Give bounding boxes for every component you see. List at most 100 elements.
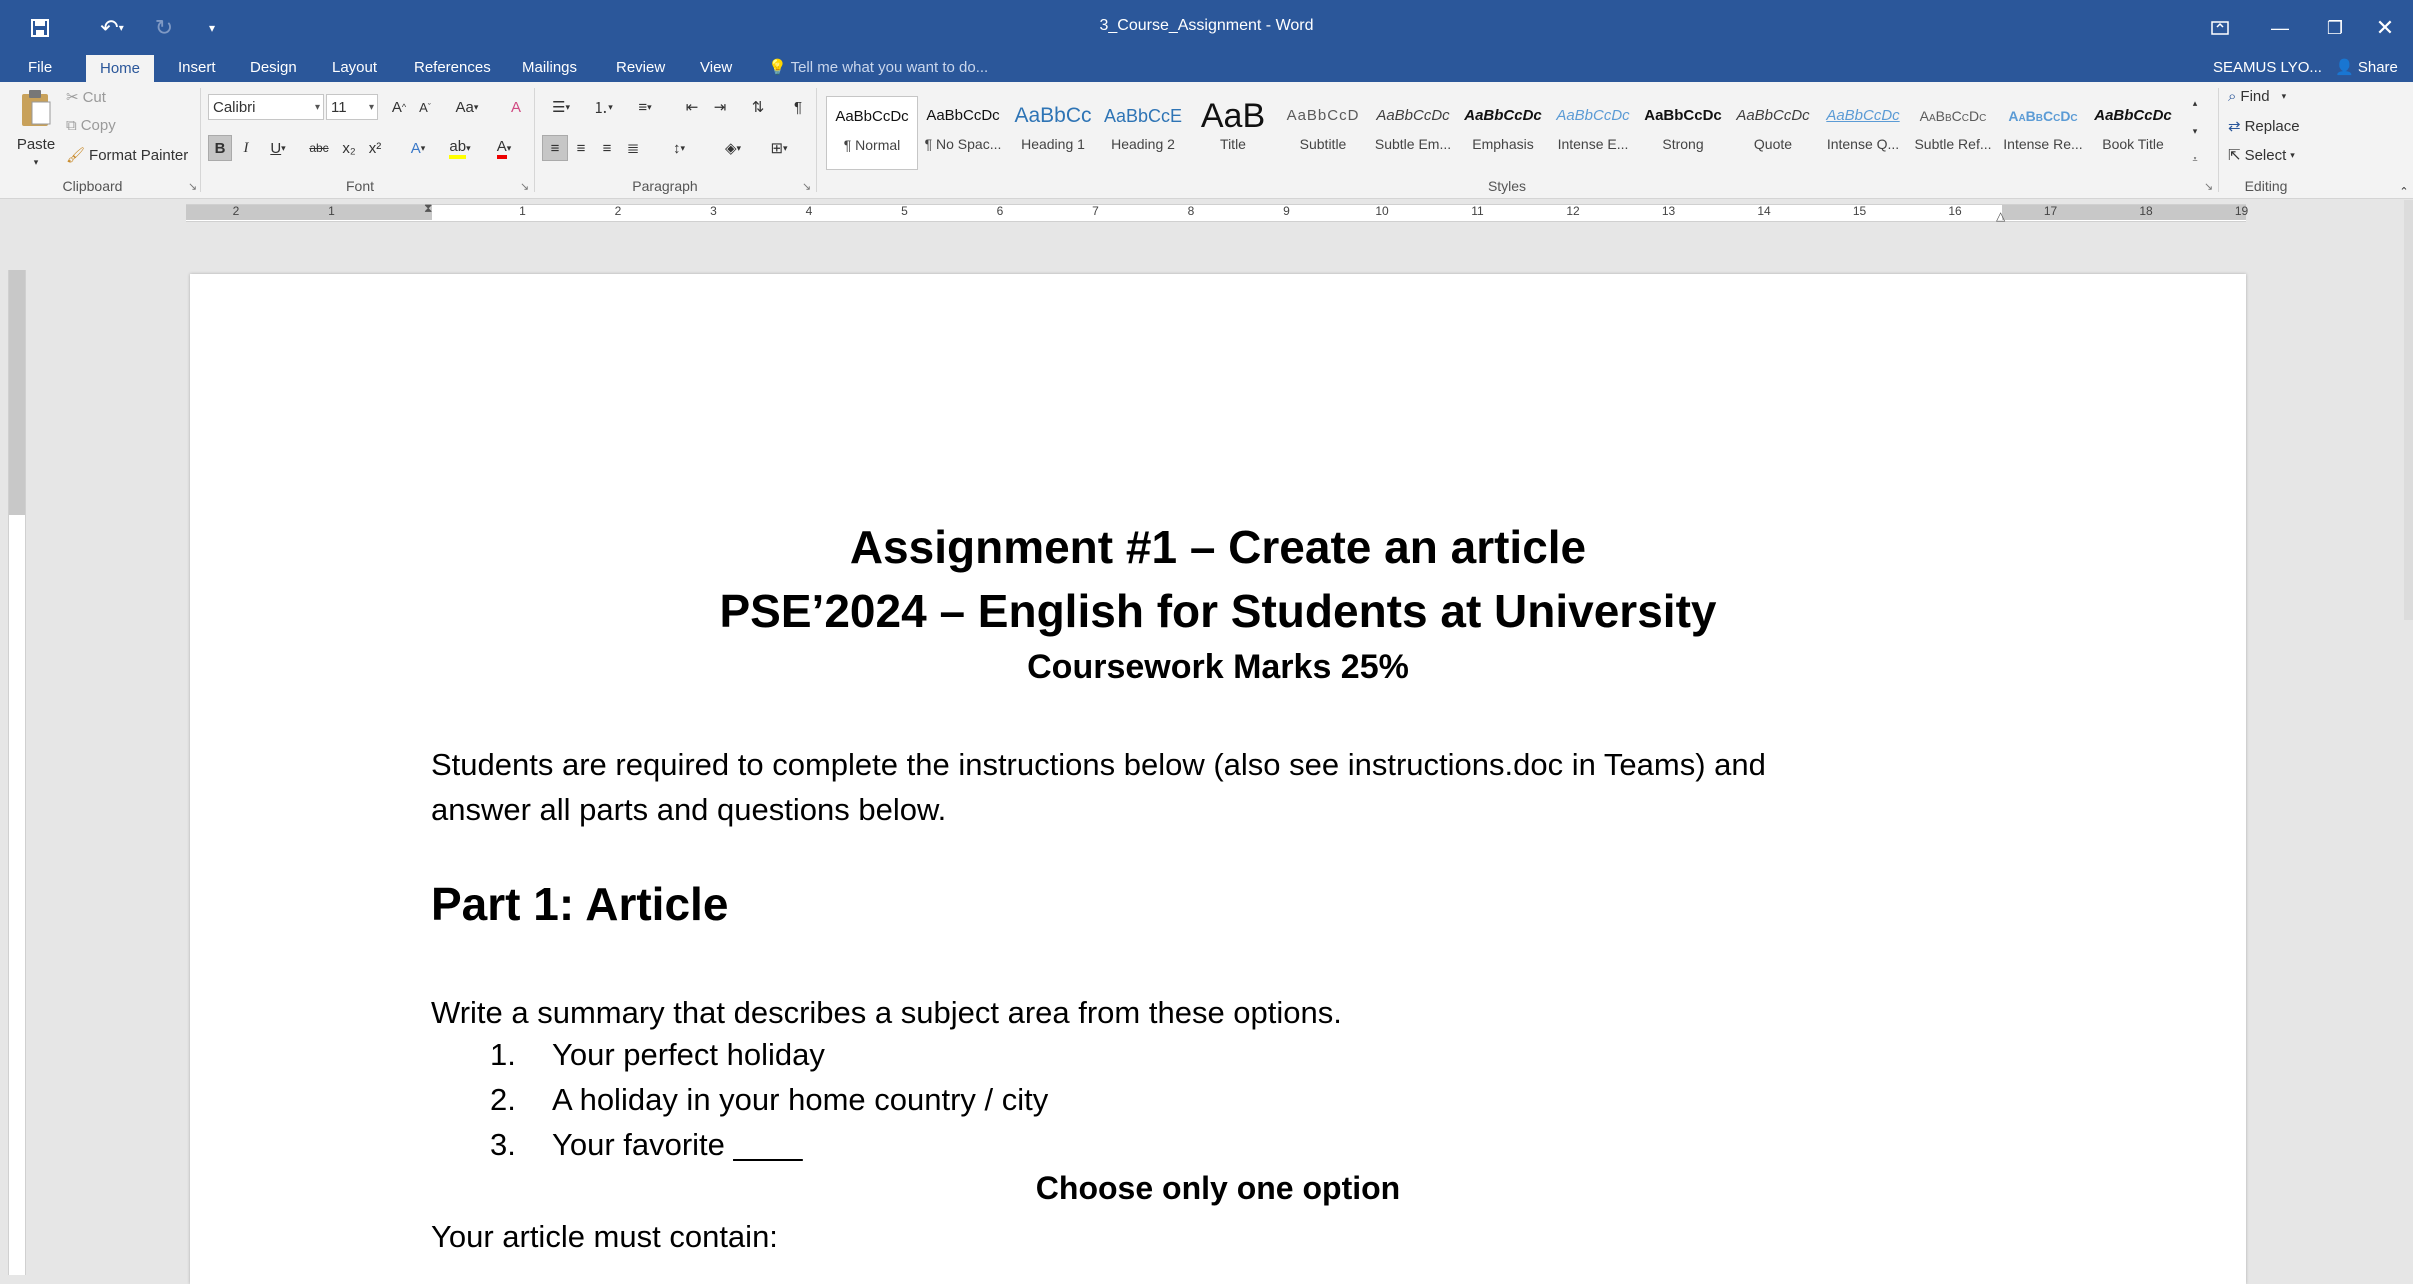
select-label: Select xyxy=(2244,146,2287,164)
strikethrough-button[interactable]: abc xyxy=(304,135,334,161)
copy-button[interactable]: ⧉ Copy xyxy=(66,117,116,134)
style-sample: AaBbCcD xyxy=(1286,107,1360,124)
change-case-label: Aa xyxy=(455,98,474,116)
style-strong[interactable]: AaBbCcDc Strong xyxy=(1638,96,1728,168)
borders-icon[interactable]: ⊞ ▾ xyxy=(760,135,798,161)
bold-button[interactable]: B xyxy=(208,135,232,161)
change-case-button[interactable]: Aa ▾ xyxy=(448,94,486,120)
indent-marker-icon[interactable]: ⧗ xyxy=(424,201,432,216)
align-center-icon[interactable]: ≡ xyxy=(568,135,594,161)
styles-scroll-down-icon[interactable]: ▾ xyxy=(2186,118,2204,144)
ruler-number: 10 xyxy=(1375,204,1389,218)
italic-button[interactable]: I xyxy=(234,135,258,161)
ruler-number: 2 xyxy=(232,204,240,218)
tab-design[interactable]: Design xyxy=(236,53,311,82)
tab-review[interactable]: Review xyxy=(602,53,679,82)
style-heading-1[interactable]: AaBbCc Heading 1 xyxy=(1008,96,1098,168)
style-heading-2[interactable]: AaBbCcE Heading 2 xyxy=(1098,96,1188,168)
clipboard-launcher-icon[interactable]: ↘ xyxy=(188,180,197,193)
underline-button[interactable]: U ▾ xyxy=(262,135,294,161)
style-intense-emphasis[interactable]: AaBbCcDc Intense E... xyxy=(1548,96,1638,168)
superscript-button[interactable]: x² xyxy=(362,135,388,161)
subscript-button[interactable]: x₂ xyxy=(336,135,362,161)
restore-icon[interactable]: ❐ xyxy=(2310,12,2360,44)
cut-button[interactable]: ✂ Cut xyxy=(66,88,106,107)
text-effects-icon[interactable]: A ▾ xyxy=(402,135,434,161)
minimize-icon[interactable]: — xyxy=(2255,12,2305,44)
highlight-color-icon[interactable]: ab ▾ xyxy=(442,135,478,161)
style-sample: AaBbCcDc xyxy=(926,107,1000,124)
decrease-indent-icon[interactable]: ⇤ xyxy=(678,94,706,120)
chevron-down-icon: ▾ xyxy=(473,101,479,112)
paragraph-launcher-icon[interactable]: ↘ xyxy=(802,180,811,193)
shrink-font-button[interactable]: Aˇ xyxy=(412,94,438,120)
line-spacing-icon[interactable]: ↕ ▾ xyxy=(660,135,698,161)
replace-icon: ⇄ xyxy=(2228,118,2241,135)
style-sample: AaBbCcDc xyxy=(1919,108,1987,124)
style-normal[interactable]: AaBbCcDc ¶ Normal xyxy=(826,96,918,170)
style-sample: AaBbCcDc xyxy=(2008,108,2078,124)
ruler-number: 13 xyxy=(1661,204,1676,218)
styles-more-icon[interactable]: ⩡ xyxy=(2186,146,2204,172)
show-formatting-marks-icon[interactable]: ¶ xyxy=(784,94,812,120)
style-emphasis[interactable]: AaBbCcDc Emphasis xyxy=(1458,96,1548,168)
ruler-number: 15 xyxy=(1852,204,1867,218)
style-intense-quote[interactable]: AaBbCcDc Intense Q... xyxy=(1818,96,1908,168)
share-button[interactable]: 👤 Share xyxy=(2335,53,2398,82)
tell-me-search[interactable]: 💡 Tell me what you want to do... xyxy=(768,53,988,82)
styles-scroll-up-icon[interactable]: ▴ xyxy=(2186,90,2204,116)
sort-icon[interactable]: ⇅ xyxy=(744,94,772,120)
tab-home[interactable]: Home xyxy=(86,55,155,82)
style-sample: AaBbCcDc xyxy=(1376,107,1450,124)
font-family-combo[interactable]: Calibri ▾ xyxy=(208,94,324,120)
bullets-icon[interactable]: ☰ ▾ xyxy=(542,94,580,120)
numbering-icon[interactable]: ⒈ ▾ xyxy=(584,94,622,120)
style-intense-reference[interactable]: AaBbCcDc Intense Re... xyxy=(1998,96,2088,168)
close-icon[interactable]: ✕ xyxy=(2360,12,2410,44)
increase-indent-icon[interactable]: ⇥ xyxy=(706,94,734,120)
format-painter-button[interactable]: 🖌 Format Painter xyxy=(66,146,188,165)
style-title[interactable]: AaB Title xyxy=(1188,96,1278,168)
user-account[interactable]: SEAMUS LYO... xyxy=(2213,53,2322,82)
tab-mailings[interactable]: Mailings xyxy=(508,53,591,82)
tab-file[interactable]: File xyxy=(14,53,66,82)
document-page[interactable]: Assignment #1 – Create an article PSE’20… xyxy=(190,274,2246,1284)
group-separator xyxy=(200,88,201,192)
font-group-label: Font xyxy=(345,178,374,194)
shading-icon[interactable]: ◈ ▾ xyxy=(714,135,752,161)
ruler-number: 17 xyxy=(2043,204,2058,218)
grow-font-button[interactable]: A ^ xyxy=(386,94,412,120)
clear-formatting-icon[interactable]: A xyxy=(502,94,530,120)
style-no-spacing[interactable]: AaBbCcDc ¶ No Spac... xyxy=(918,96,1008,168)
font-launcher-icon[interactable]: ↘ xyxy=(520,180,529,193)
paste-button[interactable]: Paste ▾ xyxy=(14,88,58,174)
font-size-combo[interactable]: 11 ▾ xyxy=(326,94,378,120)
ribbon-display-options-icon[interactable] xyxy=(2195,12,2245,44)
title-bar: ↶ ▾ ↻ ▾ 3_Course_Assignment - Word — ❐ ✕ xyxy=(0,0,2413,53)
style-quote[interactable]: AaBbCcDc Quote xyxy=(1728,96,1818,168)
styles-launcher-icon[interactable]: ↘ xyxy=(2204,180,2213,193)
style-book-title[interactable]: AaBbCcDc Book Title xyxy=(2088,96,2178,168)
justify-icon[interactable]: ≣ xyxy=(620,135,646,161)
tab-layout[interactable]: Layout xyxy=(318,53,391,82)
style-subtitle[interactable]: AaBbCcD Subtitle xyxy=(1278,96,1368,168)
align-left-icon[interactable]: ≡ xyxy=(542,135,568,161)
tab-insert[interactable]: Insert xyxy=(164,53,230,82)
align-right-icon[interactable]: ≡ xyxy=(594,135,620,161)
tab-view[interactable]: View xyxy=(686,53,746,82)
must-contain-paragraph: Your article must contain: xyxy=(431,1219,778,1254)
style-subtle-reference[interactable]: AaBbCcDc Subtle Ref... xyxy=(1908,96,1998,168)
select-button[interactable]: ⇱ Select ▾ xyxy=(2228,146,2295,165)
style-name: Intense Re... xyxy=(2003,136,2083,152)
font-color-icon[interactable]: A ▾ xyxy=(486,135,522,161)
vertical-scrollbar[interactable] xyxy=(2404,200,2413,620)
style-sample: AaBbCcDc xyxy=(835,108,909,125)
shrink-font-label: A xyxy=(419,99,428,115)
replace-button[interactable]: ⇄ Replace xyxy=(2228,117,2300,136)
style-subtle-emphasis[interactable]: AaBbCcDc Subtle Em... xyxy=(1368,96,1458,168)
tab-references[interactable]: References xyxy=(400,53,505,82)
multilevel-list-icon[interactable]: ≡ ▾ xyxy=(626,94,664,120)
right-indent-marker-icon[interactable]: △ xyxy=(1996,209,2005,223)
find-button[interactable]: ⌕ Find ▾ xyxy=(2228,88,2286,105)
horizontal-ruler[interactable]: 2 1 1 2 3 4 5 6 7 8 9 10 11 12 13 14 15 16 17 18 19 ⧗ △ xyxy=(0,199,2413,225)
